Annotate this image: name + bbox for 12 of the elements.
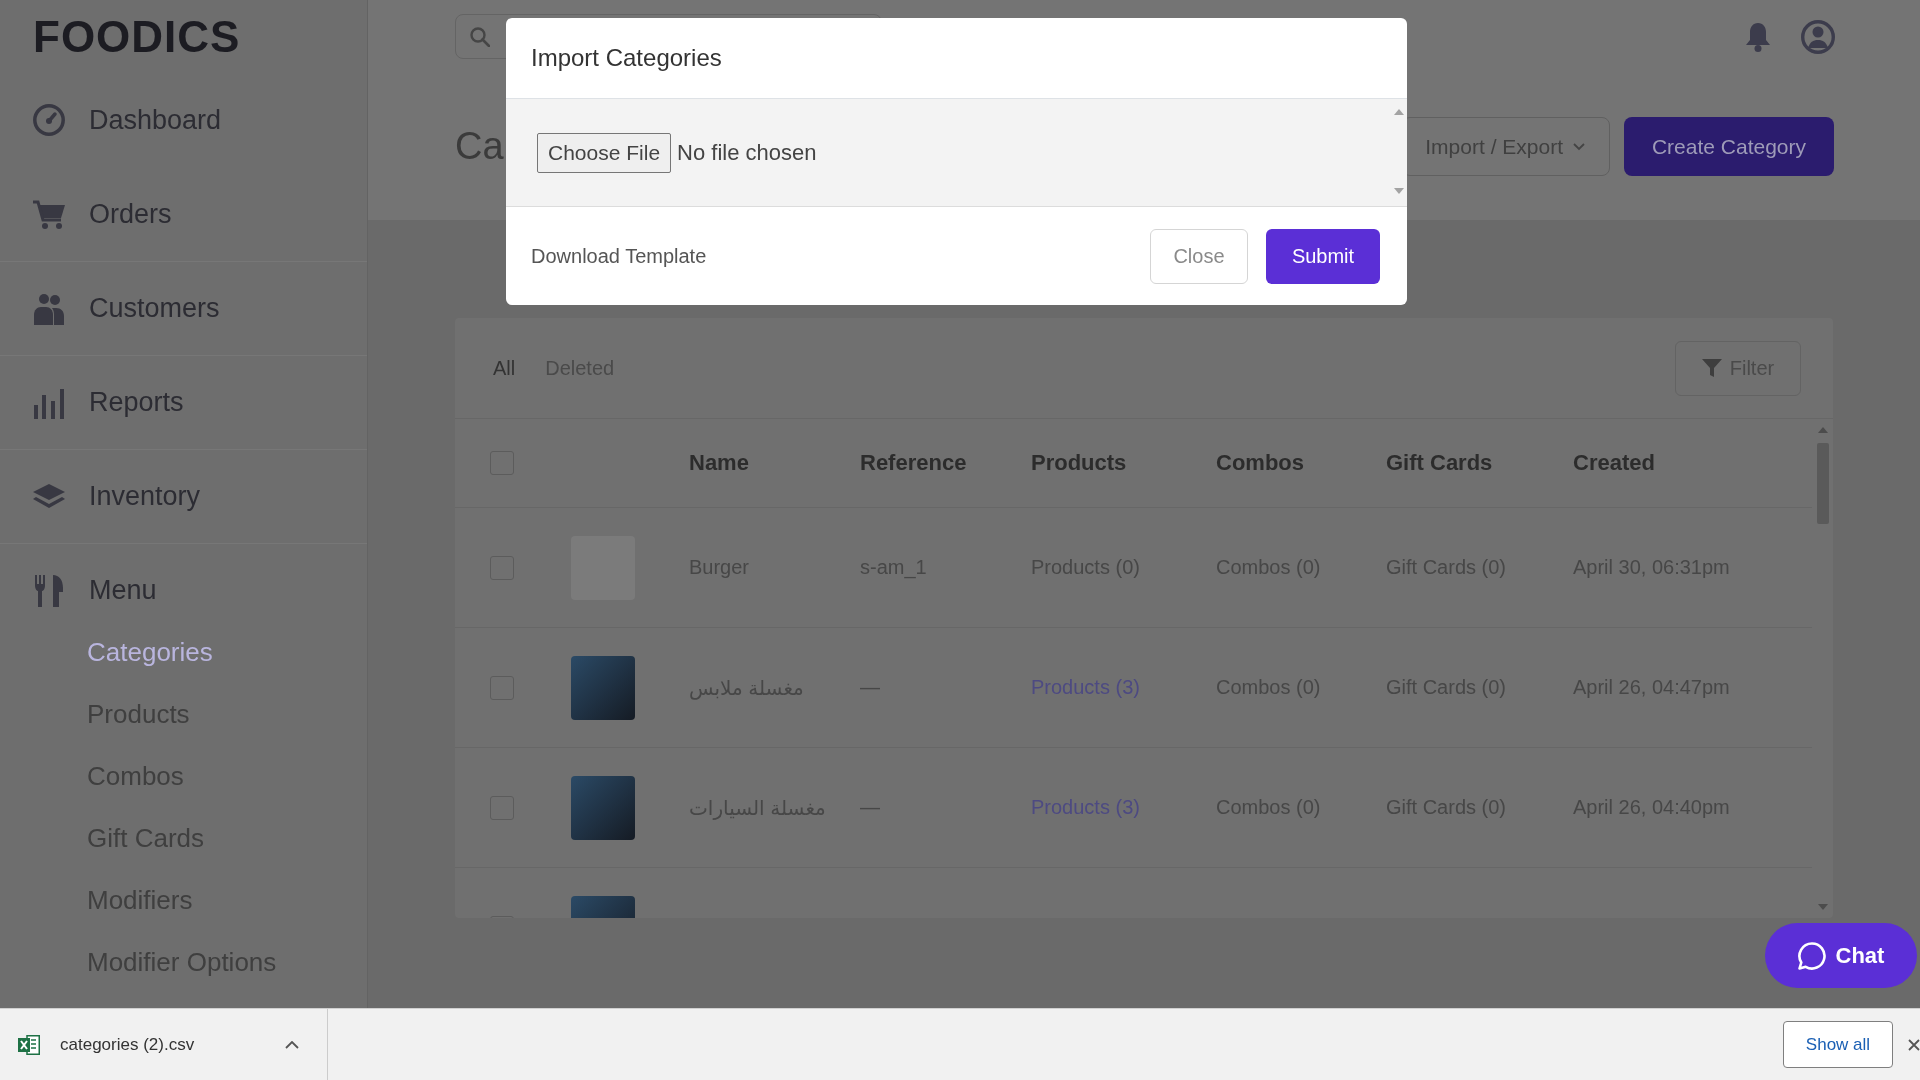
- table-cell: —: [860, 676, 880, 699]
- column-header: Created: [1573, 450, 1655, 476]
- table-cell: —: [860, 796, 880, 819]
- dialog-title: Import Categories: [531, 44, 722, 72]
- file-status-text: No file chosen: [677, 139, 817, 166]
- logo: FOODICS: [33, 14, 241, 59]
- column-header: Products: [1031, 450, 1127, 476]
- column-header: Gift Cards: [1386, 450, 1493, 476]
- column-header: Combos: [1216, 450, 1304, 476]
- column-header: Reference: [860, 450, 967, 476]
- page-title: Ca: [455, 125, 504, 168]
- column-header: Name: [689, 450, 749, 476]
